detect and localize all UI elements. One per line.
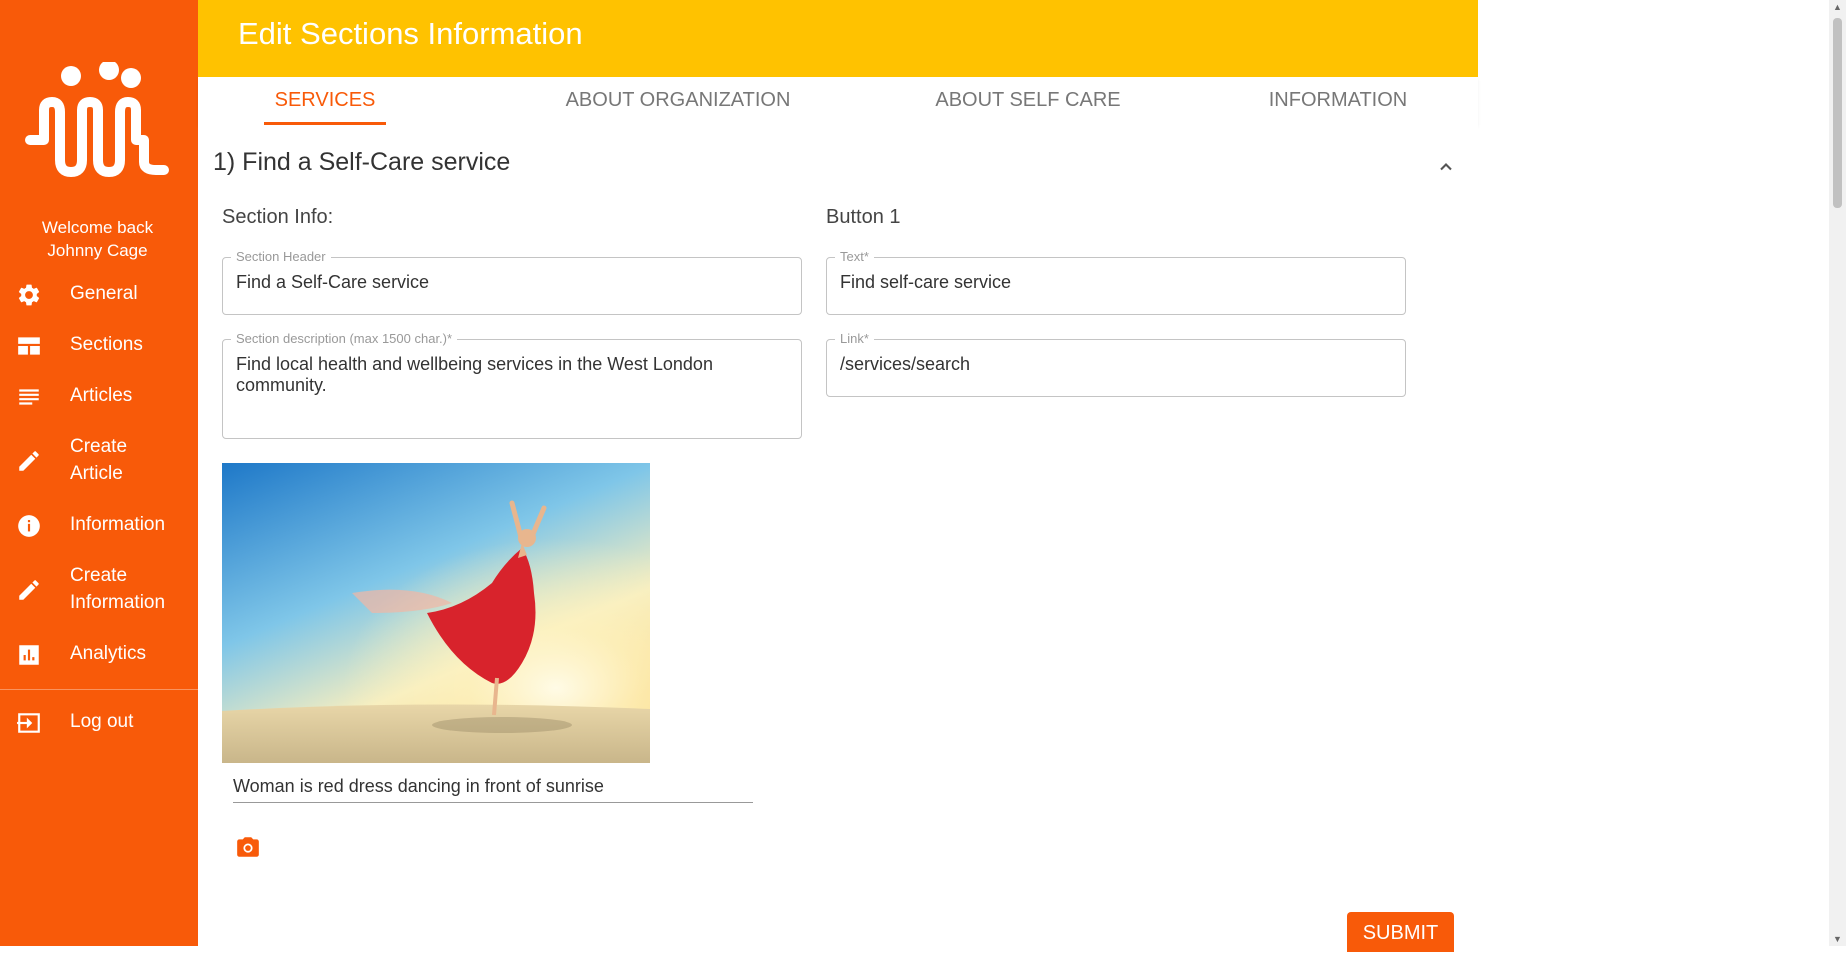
sidebar-item-create-information[interactable]: Create Information [0,562,198,618]
sidebar-item-label: Information [70,592,166,613]
logout-icon [17,713,40,733]
chevron-up-icon[interactable] [1436,157,1456,177]
welcome-line: Welcome back [41,218,154,237]
section-tabs: SERVICES ABOUT ORGANIZATION ABOUT SELF C… [198,77,1478,125]
button-text-field[interactable]: Text* Find self-care service [826,249,1406,315]
user-name: Johnny Cage [47,241,148,260]
articles-icon [19,389,39,405]
sidebar-item-information[interactable]: Information [0,511,198,541]
camera-icon[interactable] [235,834,261,860]
field-label: Link* [835,331,874,347]
sidebar-item-create-article[interactable]: Create Article [0,433,198,489]
sidebar-item-articles[interactable]: Articles [0,382,198,412]
button-link-input[interactable]: /services/search [840,354,1392,375]
sections-icon [18,337,40,355]
sidebar-item-label: Information [70,514,166,535]
page-scrollbar[interactable]: ▲ ▼ [1829,0,1846,946]
sidebar-item-label: Articles [70,385,133,406]
tab-services[interactable]: SERVICES [264,77,386,125]
sidebar-item-label: Create [70,436,128,457]
section-image [222,463,650,763]
button-text-input[interactable]: Find self-care service [840,272,1392,293]
submit-button[interactable]: SUBMIT [1347,912,1454,952]
tab-about-self-care[interactable]: ABOUT SELF CARE [908,77,1148,125]
sidebar-item-label: Sections [70,334,143,355]
scroll-up-arrow-icon[interactable]: ▲ [1833,2,1842,12]
panel-title: 1) Find a Self-Care service [213,148,511,176]
sidebar-item-label: Create [70,565,128,586]
section-description-field[interactable]: Section description (max 1500 char.)* Fi… [222,331,802,439]
info-icon [18,515,40,537]
image-caption-input[interactable]: Woman is red dress dancing in front of s… [233,775,604,797]
section-info-title: Section Info: [222,206,334,228]
sidebar-item-sections[interactable]: Sections [0,331,198,361]
pencil-icon [19,580,39,600]
analytics-icon [19,645,39,665]
gear-icon [18,284,40,306]
page-header: Edit Sections Information [198,0,1478,77]
image-caption-field[interactable]: Woman is red dress dancing in front of s… [233,772,753,803]
field-label: Section Header [231,249,331,265]
button-title: Button 1 [826,206,901,228]
scrollbar-thumb[interactable] [1833,18,1842,208]
sidebar-item-general[interactable]: General [0,280,198,310]
section-description-input[interactable]: Find local health and wellbeing services… [236,354,788,396]
page-title: Edit Sections Information [238,16,583,51]
section-header-field[interactable]: Section Header Find a Self-Care service [222,249,802,315]
scroll-down-arrow-icon[interactable]: ▼ [1833,934,1842,944]
section-panel: 1) Find a Self-Care service Section Info… [198,125,1478,952]
sidebar-item-label: Log out [70,711,134,732]
tab-information[interactable]: INFORMATION [1238,77,1438,125]
sidebar-item-label: General [70,283,138,304]
sidebar-item-label: Article [70,463,123,484]
tab-about-organization[interactable]: ABOUT ORGANIZATION [528,77,828,125]
sidebar-divider [0,689,198,690]
section-header-input[interactable]: Find a Self-Care service [236,272,788,293]
welcome-message: Welcome back Johnny Cage [0,216,195,262]
pencil-icon [19,451,39,471]
sidebar-item-label: Analytics [70,643,147,664]
field-label: Section description (max 1500 char.)* [231,331,458,347]
field-label: Text* [835,249,874,265]
sidebar-item-logout[interactable]: Log out [0,708,198,738]
button-link-field[interactable]: Link* /services/search [826,331,1406,397]
sidebar: Welcome back Johnny Cage General Section… [0,0,198,946]
sidebar-item-analytics[interactable]: Analytics [0,640,198,670]
logo-icon [25,62,169,177]
